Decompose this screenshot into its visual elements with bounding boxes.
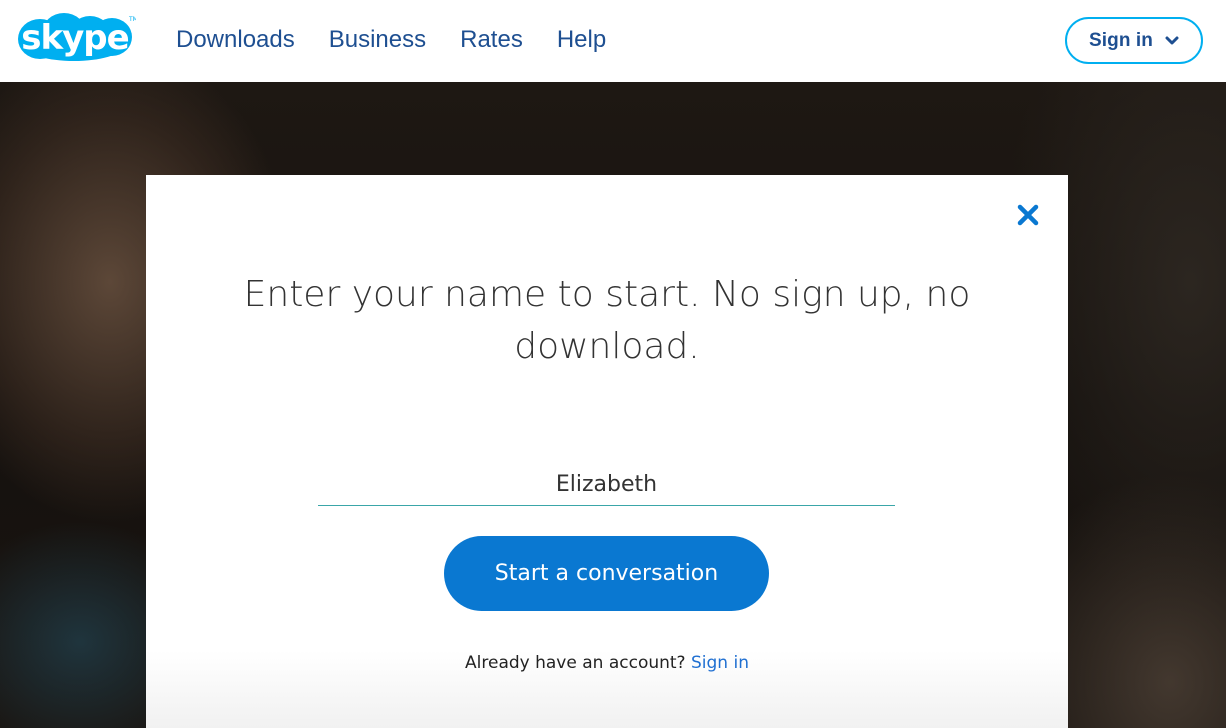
- sign-in-button[interactable]: Sign in: [1065, 17, 1203, 64]
- site-header: skype TM Downloads Business Rates Help S…: [0, 0, 1226, 82]
- name-input[interactable]: [318, 463, 895, 506]
- skype-logo[interactable]: skype TM: [14, 7, 136, 67]
- account-prompt-text: Already have an account?: [465, 653, 691, 673]
- svg-text:TM: TM: [128, 16, 136, 23]
- main-nav: Downloads Business Rates Help: [176, 24, 640, 56]
- skype-page: skype TM Downloads Business Rates Help S…: [0, 0, 1226, 728]
- nav-downloads[interactable]: Downloads: [176, 24, 295, 56]
- nav-rates[interactable]: Rates: [460, 24, 523, 56]
- sign-in-label: Sign in: [1088, 29, 1154, 51]
- account-sign-in-link[interactable]: Sign in: [691, 653, 749, 673]
- dialog-heading: Enter your name to start. No sign up, no…: [243, 274, 971, 367]
- nav-business[interactable]: Business: [329, 24, 426, 56]
- close-icon[interactable]: [1016, 203, 1040, 227]
- account-prompt-line: Already have an account? Sign in: [146, 653, 1068, 673]
- start-conversation-dialog: Enter your name to start. No sign up, no…: [146, 175, 1068, 728]
- chevron-down-icon: [1165, 36, 1179, 46]
- start-conversation-button[interactable]: Start a conversation: [444, 536, 769, 611]
- nav-help[interactable]: Help: [557, 24, 606, 56]
- logo-wordmark: skype: [21, 18, 128, 58]
